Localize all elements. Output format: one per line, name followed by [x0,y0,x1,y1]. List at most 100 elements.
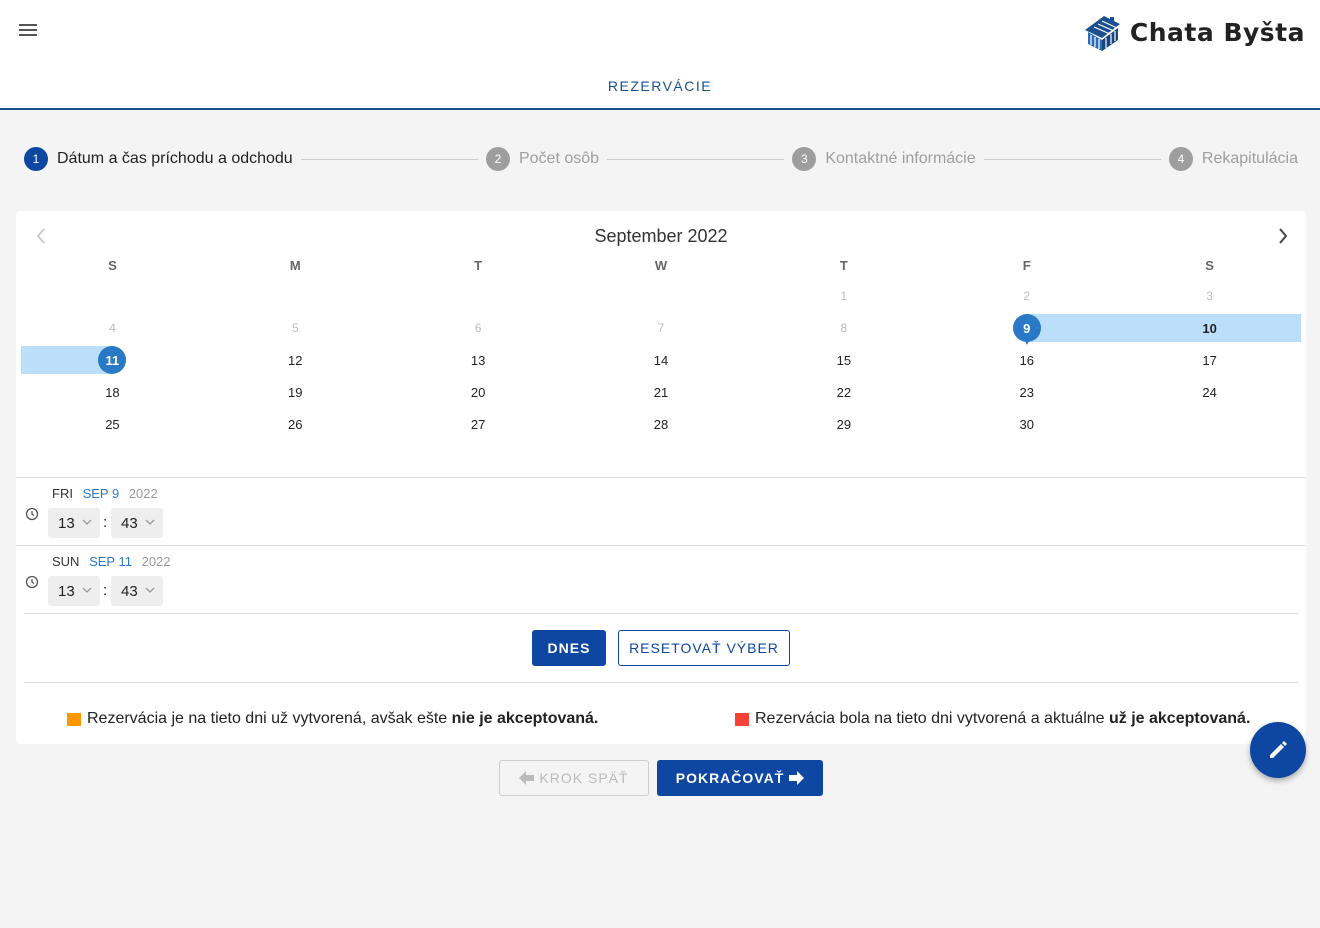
calendar-day-selected-end[interactable]: 11 [21,346,204,374]
legend-swatch-pending [67,712,81,726]
minute-value: 43 [121,582,138,600]
calendar-day [1118,410,1301,438]
arrow-left-icon [519,771,535,785]
reset-selection-button[interactable]: RESETOVAŤ VÝBER [618,630,790,666]
calendar-day[interactable]: 25 [21,410,204,438]
calendar-day[interactable]: 17 [1118,346,1301,374]
back-step-button[interactable]: KROK SPÄŤ [499,760,649,796]
divider [24,613,1298,614]
step-connector [607,158,785,160]
calendar-day [204,282,387,310]
calendar-day: 6 [474,321,482,335]
calendar-day[interactable]: 26 [204,410,387,438]
step-3[interactable]: 3 Kontaktné informácie [792,147,976,171]
calendar-day[interactable]: 28 [570,410,753,438]
calendar-week: 1 2 3 [21,282,1301,310]
calendar-day[interactable]: 21 [570,378,753,406]
legend-bold: nie je akceptovaná. [451,710,599,727]
calendar-day: 7 [657,321,665,335]
continue-button[interactable]: POKRAČOVAŤ [657,760,823,796]
chevron-down-icon [82,587,92,593]
hour-select[interactable]: 13 [48,508,100,538]
cabin-logo-icon [1084,16,1120,51]
back-step-label: KROK SPÄŤ [539,770,629,786]
pencil-icon [1270,741,1287,758]
calendar-day-selected-start[interactable]: 9 [935,314,1118,345]
calendar-day[interactable]: 16 [935,346,1118,374]
today-button[interactable]: DNES [532,630,606,666]
brand-logo[interactable]: Chata Byšta [1082,12,1305,52]
calendar-day[interactable]: 13 [387,346,570,374]
calendar-day[interactable]: 12 [204,346,387,374]
stepper: 1 Dátum a čas príchodu a odchodu 2 Počet… [24,146,1298,172]
calendar-week: 11 12 13 14 15 16 17 [21,346,1301,374]
weekday-label: T [839,258,848,273]
calendar-day[interactable]: 30 [935,410,1118,438]
weekday-label: W [654,258,668,273]
hour-value: 13 [58,582,75,600]
divider [24,682,1298,683]
calendar-week: 25 26 27 28 29 30 [21,410,1301,438]
step-connector [983,158,1161,160]
arrow-right-icon [789,771,805,785]
chevron-down-icon [145,587,155,593]
step-connector [300,158,478,160]
weekday-label: M [289,258,301,273]
month-label[interactable]: September 2022 [16,226,1306,247]
step-4[interactable]: 4 Rekapitulácia [1168,147,1298,171]
calendar-day: 3 [1206,289,1213,303]
hour-value: 13 [58,514,75,532]
calendar-day[interactable]: 27 [387,410,570,438]
calendar-day[interactable]: 20 [387,378,570,406]
time-separator: : [103,514,108,531]
clock-icon [25,507,39,521]
calendar-day [387,282,570,310]
step-number: 3 [792,147,817,171]
edit-fab[interactable] [1250,722,1306,778]
legend-text: Rezervácia bola na tieto dni vytvorená a… [755,710,1109,727]
step-1[interactable]: 1 Dátum a čas príchodu a odchodu [24,147,293,171]
legend-bold: už je akceptovaná. [1109,710,1251,727]
hamburger-menu-icon[interactable] [17,20,39,40]
month-day: SEP 9 [82,486,120,501]
chevron-down-icon [145,519,155,525]
step-label: Kontaktné informácie [825,150,976,167]
logo-text: Chata Byšta [1129,17,1305,47]
range-start-badge: 9 [1012,314,1041,342]
hour-select[interactable]: 13 [48,576,100,606]
weekday-label: S [108,258,117,273]
page-title[interactable]: REZERVÁCIE [0,78,1320,94]
weekday-label: F [1022,258,1031,273]
step-number: 4 [1168,147,1193,171]
calendar-week: 18 19 20 21 22 23 24 [21,378,1301,406]
legend-swatch-accepted [735,712,749,726]
calendar-day[interactable]: 19 [204,378,387,406]
step-label: Dátum a čas príchodu a odchodu [57,150,293,167]
arrival-date: FRI SEP 9 2022 [52,486,158,501]
step-label: Počet osôb [518,150,600,167]
calendar-day[interactable]: 22 [752,378,935,406]
weekday-label: T [474,258,483,273]
minute-select[interactable]: 43 [111,508,163,538]
next-month-button[interactable] [1273,225,1293,247]
step-number: 2 [485,147,510,171]
minute-select[interactable]: 43 [111,576,163,606]
clock-icon [25,575,39,589]
app-header: Chata Byšta REZERVÁCIE [0,0,1320,110]
step-2[interactable]: 2 Počet osôb [485,147,600,171]
calendar-day[interactable]: 29 [752,410,935,438]
arrival-time: FRI SEP 9 2022 13 : 43 [16,478,1306,544]
calendar-day: 5 [291,321,299,335]
continue-label: POKRAČOVAŤ [675,770,785,786]
calendar-day-in-range[interactable]: 10 [1118,314,1301,342]
weekday: FRI [52,486,73,501]
calendar-day[interactable]: 15 [752,346,935,374]
calendar-day[interactable]: 24 [1118,378,1301,406]
legend-pending: Rezervácia je na tieto dni už vytvorená,… [67,710,598,728]
calendar-day[interactable]: 14 [570,346,753,374]
calendar-day[interactable]: 23 [935,378,1118,406]
calendar-day[interactable]: 18 [21,378,204,406]
calendar-day [570,282,753,310]
calendar-day: 1 [840,289,848,303]
calendar-week: 4 5 6 7 8 9 10 [21,314,1301,345]
